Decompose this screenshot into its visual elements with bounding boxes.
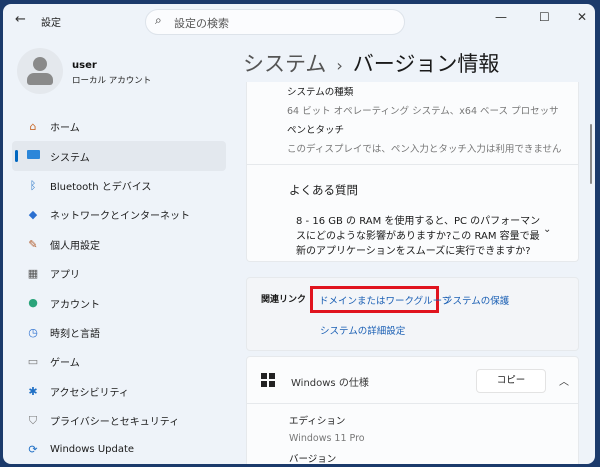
search-icon: ⌕ bbox=[155, 13, 162, 27]
accessibility-icon: ✱ bbox=[28, 384, 38, 398]
account-icon: ● bbox=[28, 296, 38, 310]
wifi-icon: ◆ bbox=[28, 208, 38, 222]
settings-window: ← 設定 ⌕ 設定の検索 — ☐ ✕ user ローカル アカウント ⌂ ホーム … bbox=[3, 4, 595, 464]
sidebar-item-label: Bluetooth とデバイス bbox=[50, 181, 152, 193]
faq-title: よくある質問 bbox=[289, 183, 358, 197]
windows-logo-icon bbox=[261, 373, 275, 387]
sidebar-item-label: ゲーム bbox=[50, 358, 80, 370]
close-icon[interactable]: ✕ bbox=[577, 10, 587, 24]
update-icon: ⟳ bbox=[28, 443, 38, 457]
windows-spec-title: Windows の仕様 bbox=[291, 378, 369, 389]
sidebar-item-label: ネットワークとインターネット bbox=[50, 211, 190, 223]
related-links-card: 関連リンク ドメインまたはワークグループ システムの保護 システムの詳細設定 bbox=[246, 277, 579, 351]
sidebar-item-label: アプリ bbox=[50, 270, 80, 282]
windows-spec-card: Windows の仕様 コピー ︿ エディション Windows 11 Pro … bbox=[246, 356, 579, 464]
sidebar-item-accounts[interactable]: ● アカウント bbox=[12, 288, 226, 317]
chevron-down-icon[interactable]: ⌄ bbox=[543, 224, 551, 235]
sidebar-item-apps[interactable]: ▦ アプリ bbox=[12, 259, 226, 288]
version-label: バージョン bbox=[289, 454, 337, 464]
edition-label: エディション bbox=[289, 416, 346, 427]
search-placeholder: 設定の検索 bbox=[174, 17, 229, 30]
breadcrumb-system[interactable]: システム bbox=[243, 52, 326, 76]
chevron-up-icon[interactable]: ︿ bbox=[559, 373, 569, 388]
sidebar-item-label: システム bbox=[50, 152, 90, 164]
avatar[interactable] bbox=[17, 48, 63, 94]
sidebar-item-personalization[interactable]: ✎ 個人用設定 bbox=[12, 230, 226, 259]
sidebar-item-home[interactable]: ⌂ ホーム bbox=[12, 112, 226, 141]
breadcrumb-current: バージョン情報 bbox=[352, 52, 500, 76]
system-icon bbox=[26, 149, 40, 163]
breadcrumb-separator: › bbox=[336, 56, 343, 75]
back-arrow-icon[interactable]: ← bbox=[15, 12, 26, 27]
copy-button[interactable]: コピー bbox=[476, 369, 546, 393]
sidebar-item-label: アクセシビリティ bbox=[50, 387, 129, 399]
link-advanced-system-settings[interactable]: システムの詳細設定 bbox=[320, 323, 405, 337]
maximize-icon[interactable]: ☐ bbox=[539, 10, 550, 24]
edition-value: Windows 11 Pro bbox=[289, 433, 365, 444]
sidebar-item-time-language[interactable]: ◷ 時刻と言語 bbox=[12, 318, 226, 347]
sidebar-item-network[interactable]: ◆ ネットワークとインターネット bbox=[12, 200, 226, 229]
search-input[interactable]: ⌕ 設定の検索 bbox=[145, 9, 405, 35]
gamepad-icon: ▭ bbox=[27, 355, 39, 369]
sidebar-item-bluetooth[interactable]: ᛒ Bluetooth とデバイス bbox=[12, 171, 226, 200]
title-bar: ← 設定 ⌕ 設定の検索 — ☐ ✕ bbox=[3, 4, 595, 36]
sidebar-nav: ⌂ ホーム システム ᛒ Bluetooth とデバイス ◆ ネットワークとインターネ… bbox=[12, 112, 226, 464]
clock-globe-icon: ◷ bbox=[28, 325, 38, 339]
sidebar-item-label: Windows Update bbox=[50, 444, 135, 456]
sidebar-item-system[interactable]: システム bbox=[12, 141, 226, 171]
sidebar-item-label: 時刻と言語 bbox=[50, 328, 100, 340]
sidebar-item-label: アカウント bbox=[50, 299, 100, 311]
sidebar-item-accessibility[interactable]: ✱ アクセシビリティ bbox=[12, 377, 226, 406]
sidebar-item-label: 個人用設定 bbox=[50, 240, 100, 252]
sidebar-item-label: プライバシーとセキュリティ bbox=[50, 417, 180, 429]
system-type-label: システムの種類 bbox=[287, 87, 354, 98]
device-specs-card: システムの種類 64 ビット オペレーティング システム、x64 ベース プロセ… bbox=[246, 82, 579, 262]
pen-touch-label: ペンとタッチ bbox=[287, 125, 345, 136]
link-domain-workgroup[interactable]: ドメインまたはワークグループ bbox=[319, 293, 451, 307]
faq-question[interactable]: 8 - 16 GB の RAM を使用すると、PC のパフォーマンスにどのような… bbox=[296, 214, 546, 259]
link-system-protection[interactable]: システムの保護 bbox=[443, 293, 509, 307]
minimize-icon[interactable]: — bbox=[495, 10, 507, 24]
account-type: ローカル アカウント bbox=[72, 76, 152, 86]
app-title: 設定 bbox=[41, 18, 61, 29]
sidebar-item-gaming[interactable]: ▭ ゲーム bbox=[12, 347, 226, 376]
page-title: システム › バージョン情報 bbox=[243, 48, 499, 78]
related-links-label: 関連リンク bbox=[261, 295, 307, 305]
sidebar-item-label: ホーム bbox=[50, 123, 80, 135]
sidebar-item-windows-update[interactable]: ⟳ Windows Update bbox=[12, 435, 226, 464]
system-type-value: 64 ビット オペレーティング システム、x64 ベース プロセッサ bbox=[287, 106, 559, 117]
shield-icon: ⛉ bbox=[28, 413, 38, 427]
home-icon: ⌂ bbox=[29, 120, 37, 133]
user-name: user bbox=[72, 60, 97, 71]
apps-icon: ▦ bbox=[27, 266, 39, 280]
scrollbar[interactable] bbox=[590, 124, 592, 184]
sidebar-item-privacy[interactable]: ⛉ プライバシーとセキュリティ bbox=[12, 406, 226, 435]
bluetooth-icon: ᛒ bbox=[29, 178, 37, 192]
brush-icon: ✎ bbox=[28, 237, 38, 251]
pen-touch-value: このディスプレイでは、ペン入力とタッチ入力は利用できません bbox=[287, 144, 562, 155]
